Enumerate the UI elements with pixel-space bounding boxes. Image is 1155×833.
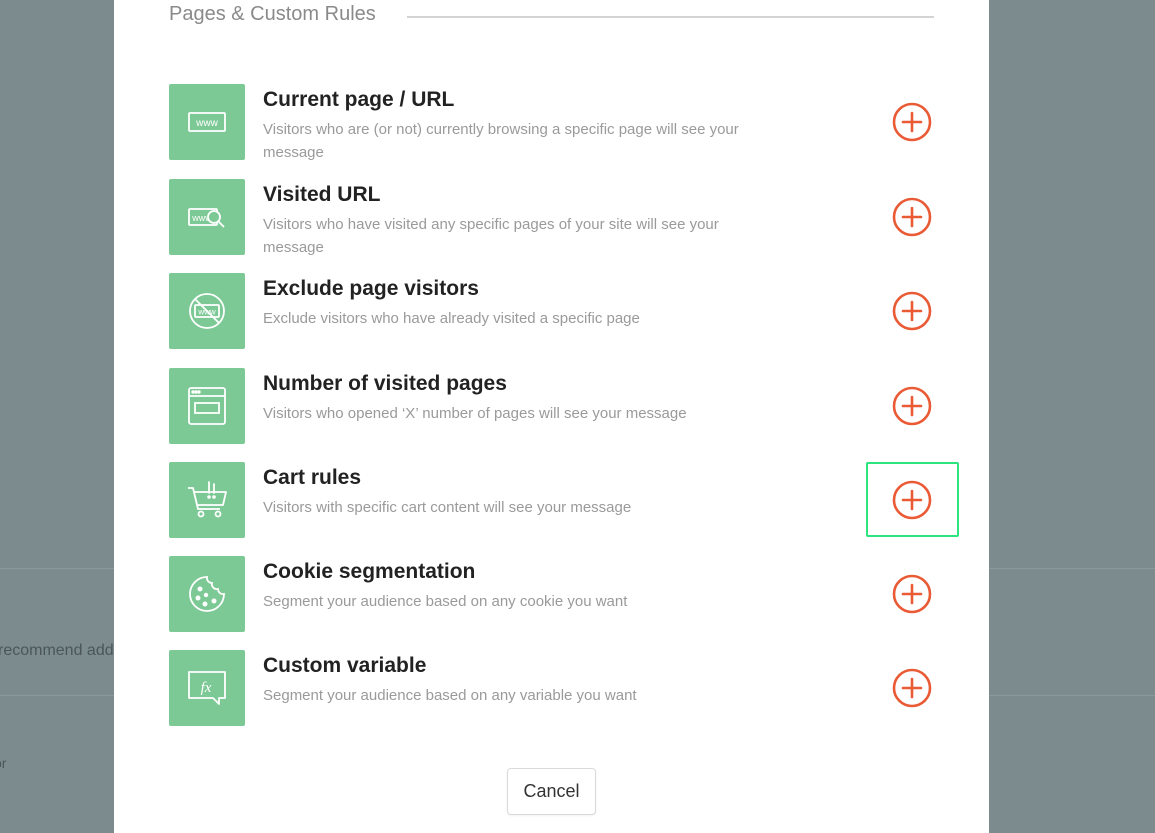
- rule-title: Visited URL: [263, 183, 381, 206]
- rule-number-of-visited-pages: Number of visited pages Visitors who ope…: [169, 368, 949, 444]
- rule-title: Number of visited pages: [263, 372, 507, 395]
- svg-text:fx: fx: [201, 680, 212, 696]
- function-variable-icon: fx: [169, 650, 245, 726]
- rule-description: Visitors who have visited any specific p…: [263, 216, 719, 256]
- cookie-icon: [169, 556, 245, 632]
- rule-description: Visitors who opened ‘X’ number of pages …: [263, 405, 687, 422]
- plus-circle-icon: [892, 574, 932, 614]
- rule-description: Visitors with specific cart content will…: [263, 499, 632, 516]
- plus-circle-icon: [892, 668, 932, 708]
- cart-alert-icon: [169, 462, 245, 538]
- rule-description: Exclude visitors who have already visite…: [263, 310, 640, 327]
- rule-title: Exclude page visitors: [263, 277, 479, 300]
- add-rule-button[interactable]: [892, 574, 932, 614]
- rule-description: Segment your audience based on any cooki…: [263, 593, 628, 610]
- www-icon: www: [169, 84, 245, 160]
- cancel-button[interactable]: Cancel: [507, 768, 596, 815]
- section-title: Pages & Custom Rules: [169, 3, 376, 25]
- rule-custom-variable: fx Custom variable Segment your audience…: [169, 650, 949, 726]
- plus-circle-icon: [892, 291, 932, 331]
- rule-title: Custom variable: [263, 654, 427, 677]
- svg-text:www: www: [195, 118, 218, 129]
- rule-visited-url: www Visited URL Visitors who have visite…: [169, 179, 949, 256]
- rule-title: Cart rules: [263, 466, 362, 489]
- add-rule-button[interactable]: [892, 291, 932, 331]
- rule-cookie-segmentation: Cookie segmentation Segment your audienc…: [169, 556, 949, 632]
- rule-title: Current page / URL: [263, 88, 455, 111]
- www-search-icon: www: [169, 179, 245, 255]
- add-rule-button[interactable]: [892, 197, 932, 237]
- svg-text:www: www: [197, 308, 216, 317]
- section-divider: [407, 16, 934, 18]
- rule-description: Visitors who are (or not) currently brow…: [263, 121, 739, 161]
- background-text: recommend add: [0, 642, 114, 659]
- browser-window-icon: [169, 368, 245, 444]
- focus-highlight: [866, 462, 959, 537]
- plus-circle-icon: [892, 102, 932, 142]
- add-rule-button[interactable]: [892, 102, 932, 142]
- www-exclude-icon: www: [169, 273, 245, 349]
- section-header: Pages & Custom Rules: [169, 3, 934, 27]
- rule-current-page-url: www Current page / URL Visitors who are …: [169, 84, 949, 161]
- rule-description: Segment your audience based on any varia…: [263, 687, 637, 704]
- add-rule-button[interactable]: [892, 386, 932, 426]
- plus-circle-icon: [892, 386, 932, 426]
- add-rule-button[interactable]: [892, 668, 932, 708]
- rule-title: Cookie segmentation: [263, 560, 476, 583]
- background-text: or: [0, 755, 7, 771]
- rules-modal: Pages & Custom Rules www Current page / …: [114, 0, 989, 833]
- plus-circle-icon: [892, 197, 932, 237]
- rule-exclude-page-visitors: www Exclude page visitors Exclude visito…: [169, 273, 949, 349]
- rule-cart-rules: Cart rules Visitors with specific cart c…: [169, 462, 949, 538]
